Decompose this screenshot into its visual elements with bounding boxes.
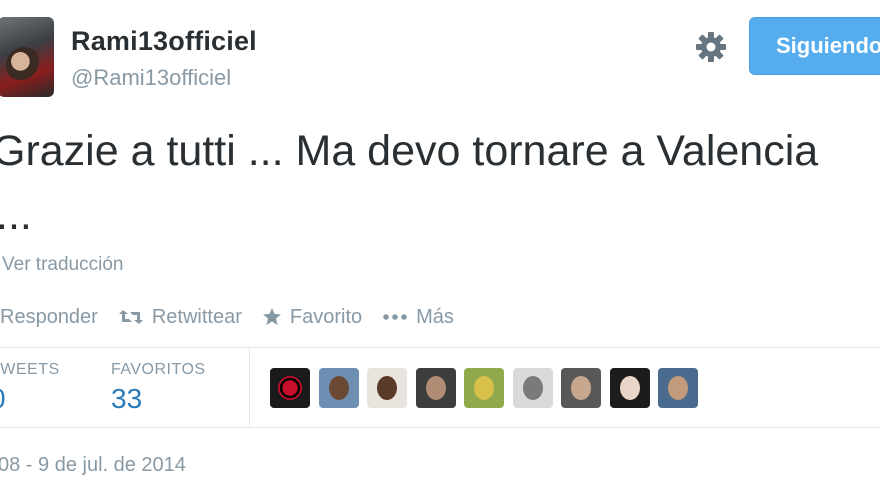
favoriters-avatars <box>270 368 707 408</box>
translate-link[interactable]: Ver traducción <box>2 254 123 276</box>
favoriter-avatar[interactable] <box>658 368 698 408</box>
retweet-button[interactable]: Retwittear <box>118 306 242 329</box>
favorites-stat[interactable]: FAVORITOS 33 <box>111 361 206 415</box>
gear-icon[interactable] <box>694 30 728 64</box>
retweets-stat[interactable]: TWEETS 0 <box>0 361 60 415</box>
reply-button[interactable]: Responder <box>0 306 98 329</box>
favoriter-avatar[interactable] <box>367 368 407 408</box>
favoriter-avatar[interactable] <box>464 368 504 408</box>
favorite-button[interactable]: Favorito <box>262 306 362 329</box>
retweet-action-label: Retwittear <box>151 305 242 328</box>
more-button[interactable]: Más <box>382 306 454 329</box>
favoriter-avatar[interactable] <box>561 368 601 408</box>
tweet-text: Grazie a tutti ... Ma devo tornare a Val… <box>0 127 819 175</box>
retweets-label: TWEETS <box>0 361 60 378</box>
favoriter-avatar[interactable] <box>512 368 553 408</box>
favoriter-avatar[interactable] <box>270 368 310 408</box>
favorites-count: 33 <box>111 383 143 414</box>
star-icon <box>262 308 281 325</box>
more-action-label: Más <box>416 305 454 328</box>
following-button[interactable]: Siguiendo <box>749 17 880 75</box>
tweet-text-continued: ... <box>0 191 32 239</box>
favoriter-avatar[interactable] <box>609 368 650 408</box>
more-icon <box>383 314 407 320</box>
tweet-timestamp[interactable]: 08 - 9 de jul. de 2014 <box>0 454 186 477</box>
favoriter-avatar[interactable] <box>415 368 456 408</box>
reply-action-label: Responder <box>0 305 98 328</box>
display-name[interactable]: Rami13officiel <box>71 26 257 57</box>
retweet-icon <box>118 310 143 324</box>
favoriter-avatar[interactable] <box>318 368 359 408</box>
screen-name[interactable]: @Rami13officiel <box>71 65 231 91</box>
avatar[interactable] <box>0 17 54 97</box>
divider <box>0 347 880 348</box>
favorite-action-label: Favorito <box>289 305 363 328</box>
retweets-count: 0 <box>0 383 60 415</box>
favorites-label: FAVORITOS <box>111 361 206 378</box>
divider <box>249 347 250 427</box>
tweet-actions: Responder Retwittear Favorito Más <box>0 303 474 331</box>
divider <box>0 427 880 428</box>
